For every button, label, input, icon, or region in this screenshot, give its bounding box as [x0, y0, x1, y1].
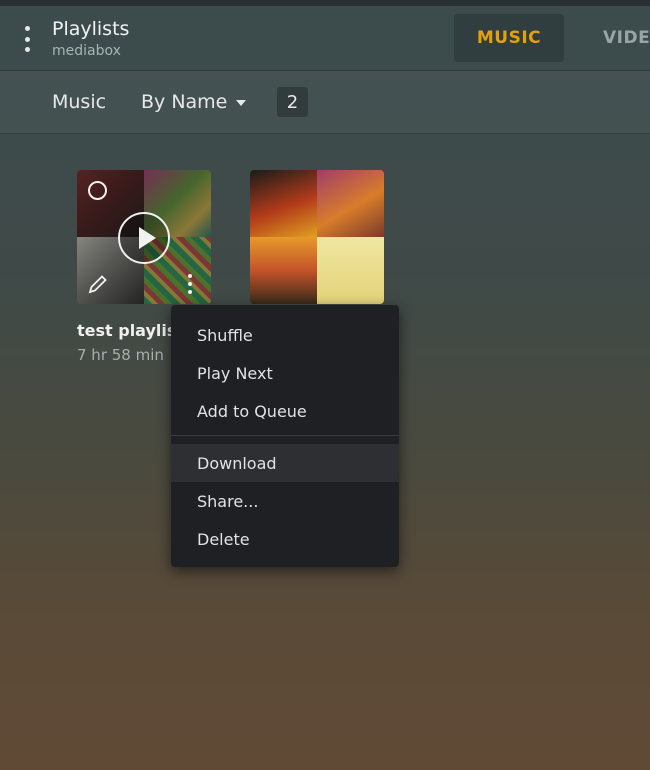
filter-bar: Music By Name 2 [0, 71, 650, 134]
artwork-tile [317, 170, 384, 237]
tab-video[interactable]: VIDEO [603, 28, 650, 48]
menu-item-add-to-queue[interactable]: Add to Queue [171, 392, 399, 430]
server-name: mediabox [52, 43, 121, 59]
sort-dropdown[interactable]: By Name [141, 91, 227, 113]
menu-item-play-next[interactable]: Play Next [171, 354, 399, 392]
playlist-card-test-playlist[interactable] [77, 170, 211, 304]
play-icon [139, 227, 156, 249]
menu-item-share[interactable]: Share... [171, 482, 399, 520]
chevron-down-icon [236, 100, 246, 106]
menu-divider [171, 435, 399, 436]
tab-music[interactable]: MUSIC [454, 14, 564, 62]
artwork-tile [317, 237, 384, 304]
playlist-card-2[interactable] [250, 170, 384, 304]
edit-pencil-icon[interactable] [87, 273, 109, 295]
playlist-duration: 7 hr 58 min [77, 346, 164, 364]
menu-item-download[interactable]: Download [171, 444, 399, 482]
play-button[interactable] [118, 212, 170, 264]
artwork-tile [250, 237, 317, 304]
page-title: Playlists [52, 18, 130, 40]
artwork-tile [250, 170, 317, 237]
select-circle-icon[interactable] [88, 181, 107, 200]
library-selector[interactable]: Music [52, 91, 106, 113]
playlist-title[interactable]: test playlist [77, 321, 184, 340]
app-header: Playlists mediabox MUSIC VIDEO [0, 6, 650, 71]
menu-item-shuffle[interactable]: Shuffle [171, 316, 399, 354]
menu-item-delete[interactable]: Delete [171, 520, 399, 558]
main-menu-kebab-icon[interactable] [18, 26, 36, 52]
item-count-badge: 2 [277, 87, 308, 117]
context-menu: Shuffle Play Next Add to Queue Download … [171, 305, 399, 567]
more-options-icon[interactable] [187, 274, 193, 294]
